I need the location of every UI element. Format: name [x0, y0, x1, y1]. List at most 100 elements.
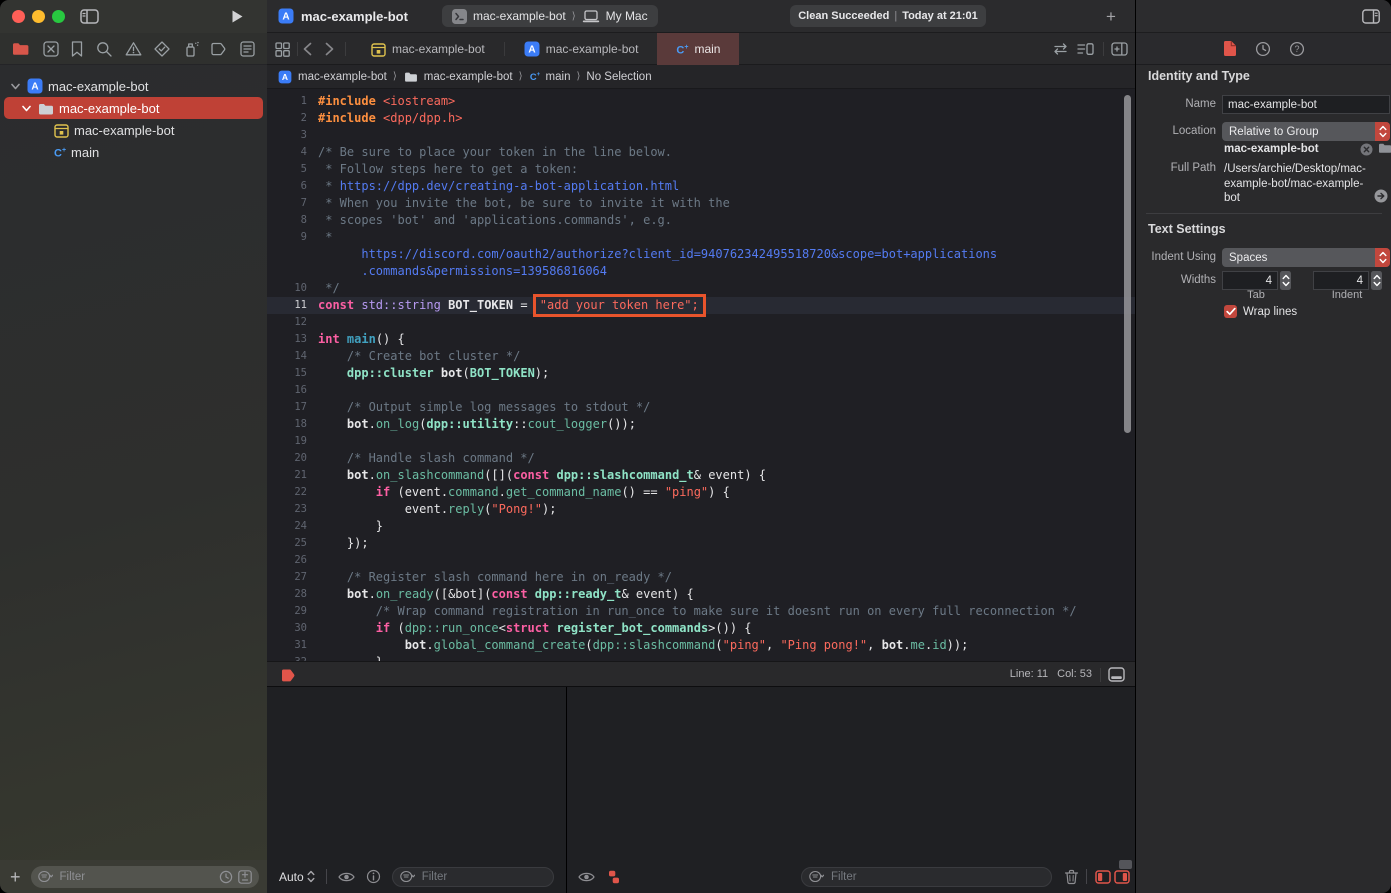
disclosure-chevron-icon[interactable] — [8, 82, 22, 91]
code-line[interactable]: 14 /* Create bot cluster */ — [267, 348, 1135, 365]
code-text[interactable]: * scopes 'bot' and 'applications.command… — [318, 212, 672, 229]
line-number[interactable]: 25 — [267, 535, 307, 552]
code-line[interactable]: 19 — [267, 433, 1135, 450]
variables-view-toggle-icon[interactable] — [1095, 870, 1111, 884]
line-number[interactable]: 32 — [267, 654, 307, 661]
line-number[interactable]: 23 — [267, 501, 307, 518]
reveal-arrow-icon[interactable] — [1374, 189, 1388, 203]
console-view-toggle-icon[interactable] — [1114, 870, 1130, 884]
source-editor[interactable]: 1#include <iostream>2#include <dpp/dpp.h… — [267, 89, 1135, 661]
line-number[interactable]: 4 — [267, 144, 307, 161]
code-text[interactable]: } — [318, 654, 383, 661]
code-line[interactable]: 29 /* Wrap command registration in run_o… — [267, 603, 1135, 620]
line-number[interactable]: 19 — [267, 433, 307, 450]
tab-width-field[interactable] — [1222, 271, 1278, 290]
code-text[interactable]: if (event.command.get_command_name() == … — [318, 484, 730, 501]
editor-tab-mac-example-bot[interactable]: Amac-example-bot — [505, 33, 658, 65]
line-number[interactable]: 26 — [267, 552, 307, 569]
editor-scrollbar[interactable] — [1124, 95, 1131, 433]
code-line[interactable]: 17 /* Output simple log messages to stdo… — [267, 399, 1135, 416]
code-text[interactable]: * — [318, 229, 332, 246]
breadcrumb-item[interactable]: C+main — [529, 68, 571, 85]
line-number[interactable]: 6 — [267, 178, 307, 195]
line-number[interactable]: 9 — [267, 229, 307, 246]
run-destination[interactable]: My Mac — [606, 9, 648, 23]
code-line[interactable]: 18 bot.on_log(dpp::utility::cout_logger(… — [267, 416, 1135, 433]
add-tab-button[interactable]: + — [1106, 7, 1116, 27]
code-text[interactable]: /* Handle slash command */ — [318, 450, 535, 467]
activity-status[interactable]: Clean Succeeded | Today at 21:01 — [790, 5, 986, 27]
code-text[interactable]: }); — [318, 535, 369, 552]
line-number[interactable]: 15 — [267, 365, 307, 382]
code-text[interactable]: if (dpp::run_once<struct register_bot_co… — [318, 620, 752, 637]
code-line[interactable]: 6 * https://dpp.dev/creating-a-bot-appli… — [267, 178, 1135, 195]
code-line[interactable]: .commands&permissions=139586816064 — [267, 263, 1135, 280]
source-control-filter-icon[interactable] — [238, 870, 252, 884]
clear-console-icon[interactable] — [1064, 869, 1079, 885]
bookmarks-navigator-icon[interactable] — [71, 41, 83, 57]
tab-overview-icon[interactable] — [275, 42, 290, 57]
info-icon[interactable] — [366, 869, 381, 884]
line-number[interactable]: 22 — [267, 484, 307, 501]
navigator-filter-input[interactable] — [58, 870, 214, 884]
breadcrumb-item[interactable]: No Selection — [586, 71, 651, 83]
code-line[interactable]: 13int main() { — [267, 331, 1135, 348]
navigator-filter-field[interactable] — [31, 866, 259, 888]
code-line[interactable]: 20 /* Handle slash command */ — [267, 450, 1135, 467]
editor-tab-mac-example-bot[interactable]: mac-example-bot — [352, 33, 504, 65]
line-number[interactable]: 18 — [267, 416, 307, 433]
recents-filter-icon[interactable] — [219, 870, 233, 884]
line-number[interactable]: 24 — [267, 518, 307, 535]
code-text[interactable]: /* Output simple log messages to stdout … — [318, 399, 650, 416]
code-text[interactable]: .commands&permissions=139586816064 — [318, 263, 607, 280]
add-editor-icon[interactable] — [1111, 42, 1128, 56]
console-filter-field[interactable] — [801, 867, 1052, 887]
code-text[interactable]: event.reply("Pong!"); — [318, 501, 556, 518]
find-navigator-icon[interactable] — [96, 41, 112, 57]
code-line[interactable]: 28 bot.on_ready([&bot](const dpp::ready_… — [267, 586, 1135, 603]
tab-width-stepper[interactable] — [1280, 271, 1291, 290]
code-review-icon[interactable] — [1052, 42, 1069, 56]
line-number[interactable]: 7 — [267, 195, 307, 212]
line-number[interactable]: 2 — [267, 110, 307, 127]
clear-location-icon[interactable] — [1360, 143, 1373, 156]
code-text[interactable]: bot.on_slashcommand([](const dpp::slashc… — [318, 467, 766, 484]
code-line[interactable]: 25 }); — [267, 535, 1135, 552]
code-line[interactable]: 7 * When you invite the bot, be sure to … — [267, 195, 1135, 212]
run-button[interactable] — [231, 9, 244, 24]
tree-item-product[interactable]: mac-example-bot — [4, 119, 263, 141]
editor-tab-main[interactable]: C+main — [657, 33, 739, 65]
line-number[interactable]: 16 — [267, 382, 307, 399]
line-number[interactable]: 10 — [267, 280, 307, 297]
code-line[interactable]: 15 dpp::cluster bot(BOT_TOKEN); — [267, 365, 1135, 382]
line-number[interactable]: 31 — [267, 637, 307, 654]
indent-using-popup[interactable]: Spaces — [1222, 248, 1390, 267]
code-text[interactable]: /* Wrap command registration in run_once… — [318, 603, 1077, 620]
line-number[interactable]: 8 — [267, 212, 307, 229]
forward-button[interactable] — [325, 42, 334, 56]
code-text[interactable]: */ — [318, 280, 340, 297]
line-number[interactable]: 30 — [267, 620, 307, 637]
issues-navigator-icon[interactable] — [125, 41, 142, 56]
line-number[interactable]: 12 — [267, 314, 307, 331]
add-file-button[interactable]: + — [10, 868, 21, 886]
line-number[interactable]: 11 — [267, 297, 307, 314]
history-inspector-icon[interactable] — [1255, 41, 1271, 57]
indent-width-field[interactable] — [1313, 271, 1369, 290]
code-line[interactable]: 5 * Follow steps here to get a token: — [267, 161, 1135, 178]
breadcrumb-item[interactable]: Amac-example-bot — [277, 69, 387, 85]
code-line[interactable]: 4/* Be sure to place your token in the l… — [267, 144, 1135, 161]
line-number[interactable]: 14 — [267, 348, 307, 365]
line-number[interactable]: 5 — [267, 161, 307, 178]
tests-navigator-icon[interactable] — [154, 41, 170, 57]
close-window-button[interactable] — [12, 10, 25, 23]
quick-help-inspector-icon[interactable]: ? — [1289, 41, 1305, 57]
code-line[interactable]: 9 * — [267, 229, 1135, 246]
code-line[interactable]: 3 — [267, 127, 1135, 144]
code-line[interactable]: 31 bot.global_command_create(dpp::slashc… — [267, 637, 1135, 654]
line-number[interactable]: 29 — [267, 603, 307, 620]
project-navigator-icon[interactable] — [12, 41, 30, 56]
code-text[interactable]: * https://dpp.dev/creating-a-bot-applica… — [318, 178, 679, 195]
variables-filter-field[interactable] — [392, 867, 554, 887]
line-number[interactable] — [267, 246, 307, 263]
